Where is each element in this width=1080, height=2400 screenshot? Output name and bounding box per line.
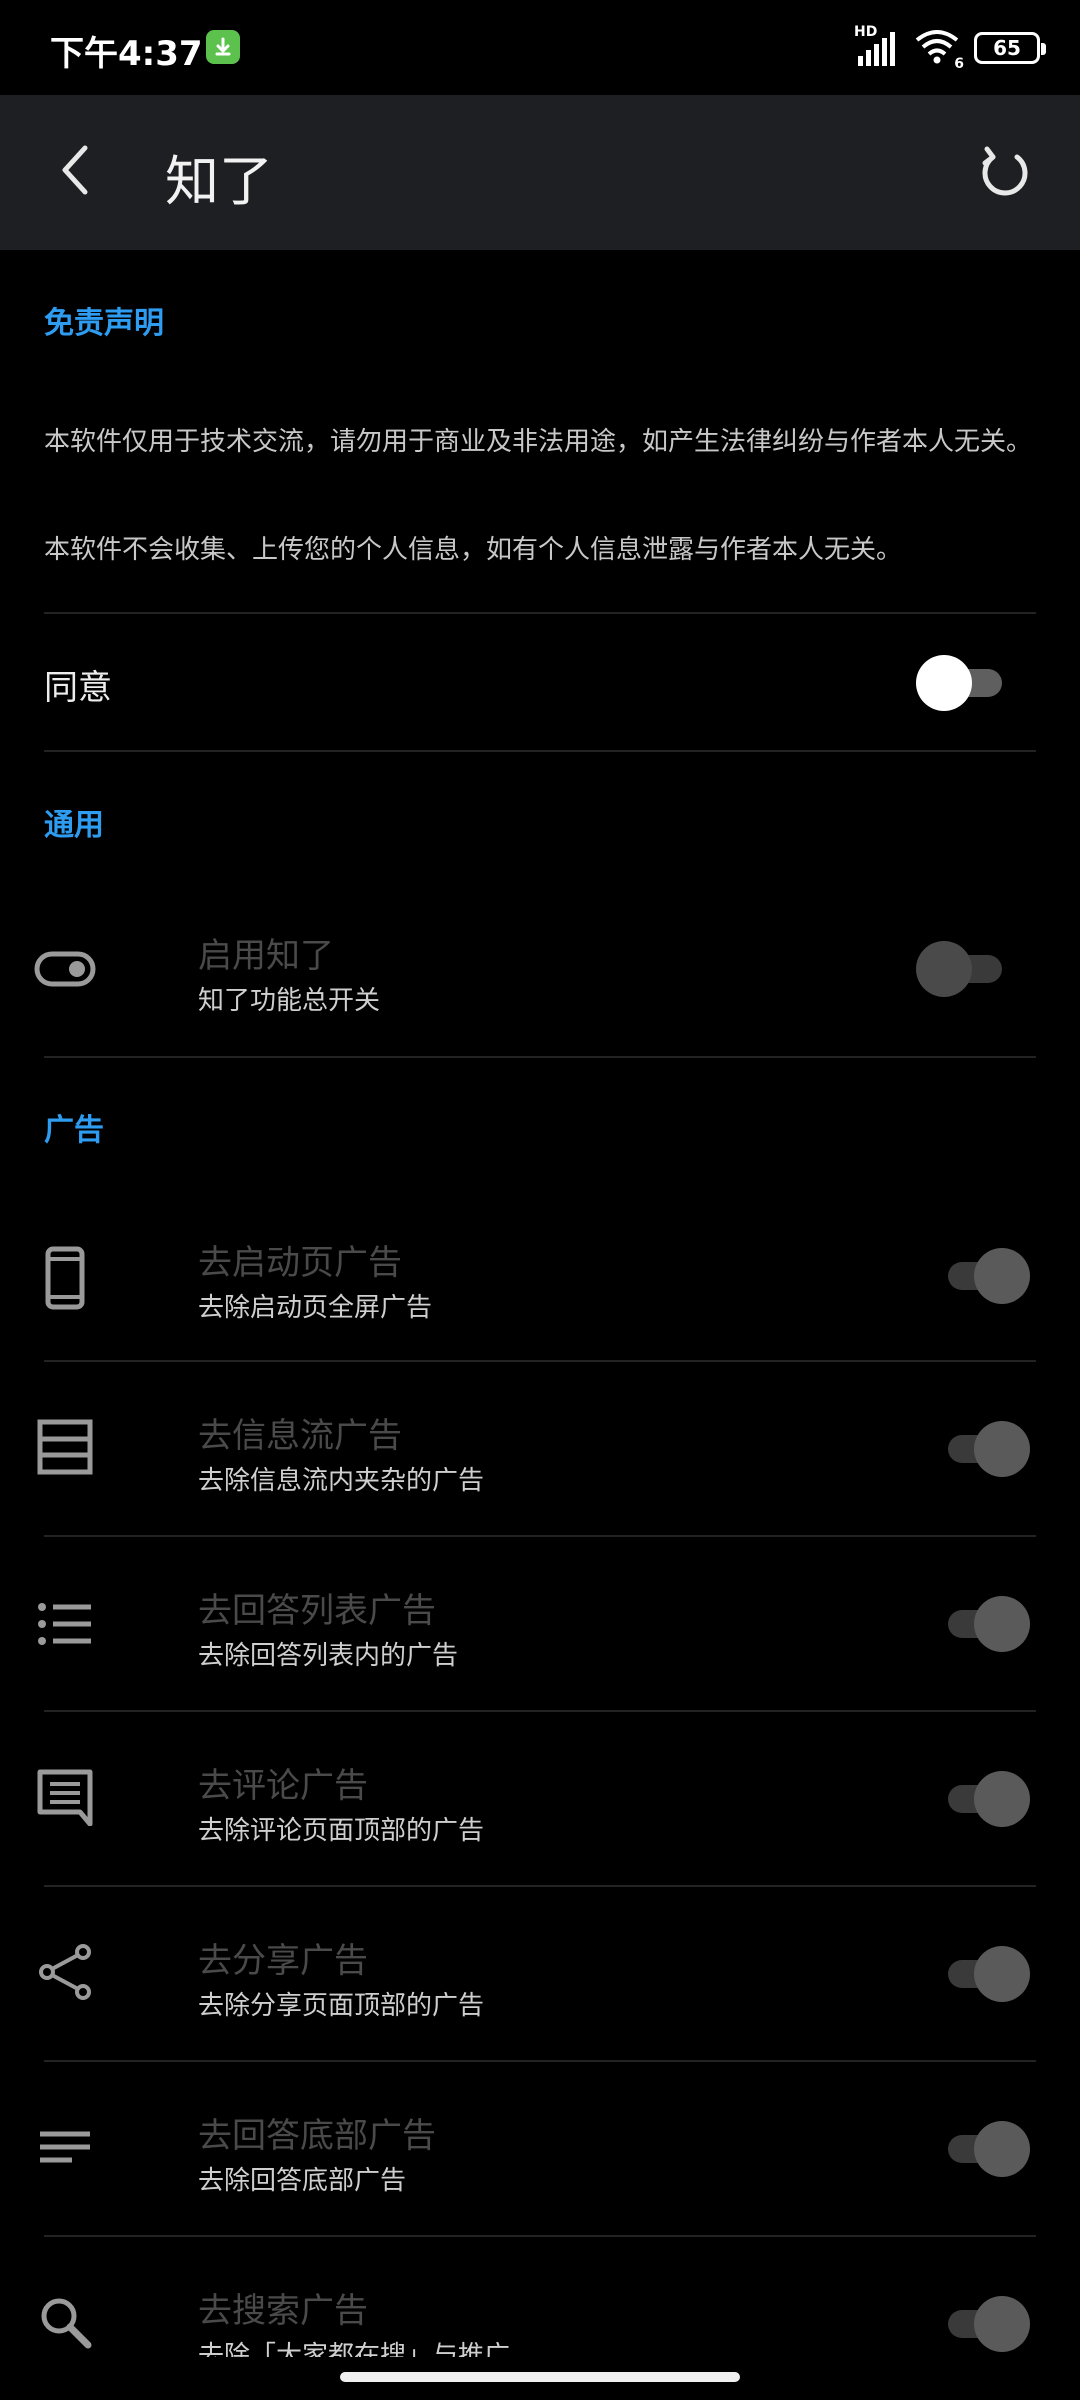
switch-thumb: [974, 2121, 1030, 2177]
page-title: 知了: [165, 150, 273, 213]
enable-zhiliao-row[interactable]: 启用知了 知了功能总开关: [0, 900, 1080, 1056]
signal-icon: HD: [854, 24, 900, 68]
status-time: 下午4:37: [50, 34, 203, 74]
item-title: 去搜索广告: [198, 2291, 368, 2331]
item-subtitle: 去除「大家都在搜」与推广: [198, 2341, 511, 2357]
ad-item-splash[interactable]: 去启动页广告 去除启动页全屏广告: [0, 1197, 1080, 1360]
item-title: 启用知了: [198, 936, 334, 976]
wifi-label: 6: [954, 56, 964, 72]
ad-item-search[interactable]: 去搜索广告 去除「大家都在搜」与推广: [0, 2237, 1080, 2357]
item-subtitle: 去除启动页全屏广告: [198, 1293, 433, 1323]
back-button[interactable]: [40, 135, 110, 205]
wifi-icon: 6: [914, 28, 964, 72]
section-header-disclaimer: 免责声明: [44, 306, 164, 341]
answer-bottom-ad-switch[interactable]: [938, 2118, 1030, 2178]
ad-item-answer-list[interactable]: 去回答列表广告 去除回答列表内的广告: [0, 1537, 1080, 1710]
item-subtitle: 去除回答底部广告: [198, 2166, 407, 2196]
status-bar: 下午4:37 HD 6 65: [0, 0, 1080, 95]
search-icon: [30, 2287, 100, 2357]
download-notification-icon: [206, 30, 240, 64]
agree-row[interactable]: 同意: [0, 614, 1080, 750]
item-title: 去信息流广告: [198, 1416, 402, 1456]
ad-item-answer-bottom[interactable]: 去回答底部广告 去除回答底部广告: [0, 2062, 1080, 2235]
switch-thumb: [974, 1248, 1030, 1304]
toggle-icon: [30, 934, 100, 1004]
item-subtitle: 去除评论页面顶部的广告: [198, 1816, 485, 1846]
search-ad-switch[interactable]: [938, 2293, 1030, 2353]
battery-level: 65: [993, 36, 1021, 60]
answer-list-ad-switch[interactable]: [938, 1593, 1030, 1653]
app-bar: 知了: [0, 95, 1080, 250]
item-subtitle: 去除信息流内夹杂的广告: [198, 1466, 485, 1496]
switch-thumb: [974, 1596, 1030, 1652]
splash-ad-switch[interactable]: [938, 1245, 1030, 1305]
switch-thumb: [974, 2296, 1030, 2352]
item-title: 去评论广告: [198, 1766, 368, 1806]
switch-thumb: [916, 941, 972, 997]
item-title: 去启动页广告: [198, 1243, 402, 1283]
item-title: 去回答列表广告: [198, 1591, 436, 1631]
ad-item-comment[interactable]: 去评论广告 去除评论页面顶部的广告: [0, 1712, 1080, 1885]
feed-icon: [30, 1412, 100, 1482]
status-indicators: HD 6 65: [854, 24, 1046, 72]
battery-icon: 65: [974, 32, 1046, 64]
divider: [44, 750, 1036, 752]
item-subtitle: 去除回答列表内的广告: [198, 1641, 459, 1671]
item-title: 去分享广告: [198, 1941, 368, 1981]
section-header-general: 通用: [44, 808, 104, 843]
switch-thumb: [974, 1421, 1030, 1477]
item-subtitle: 知了功能总开关: [198, 986, 381, 1016]
share-icon: [30, 1937, 100, 2007]
refresh-button[interactable]: [965, 133, 1045, 213]
home-indicator[interactable]: [340, 2372, 740, 2382]
back-arrow-icon: [62, 145, 88, 195]
agree-switch[interactable]: [916, 652, 1006, 712]
switch-thumb: [974, 1771, 1030, 1827]
switch-thumb: [974, 1946, 1030, 2002]
item-title: 去回答底部广告: [198, 2116, 436, 2156]
lines-icon: [30, 2114, 100, 2184]
enable-switch[interactable]: [916, 938, 1006, 998]
ad-item-share[interactable]: 去分享广告 去除分享页面顶部的广告: [0, 1887, 1080, 2060]
share-ad-switch[interactable]: [938, 1943, 1030, 2003]
refresh-icon: [982, 146, 1028, 196]
item-subtitle: 去除分享页面顶部的广告: [198, 1991, 485, 2021]
ad-item-feed[interactable]: 去信息流广告 去除信息流内夹杂的广告: [0, 1362, 1080, 1535]
phone-icon: [30, 1243, 100, 1313]
divider: [44, 1056, 1036, 1058]
screen: 下午4:37 HD 6 65 知了 免责声明 本软件仅用于技术交流，请勿用于商业…: [0, 0, 1080, 2400]
disclaimer-paragraph-1: 本软件仅用于技术交流，请勿用于商业及非法用途，如产生法律纠纷与作者本人无关。: [44, 427, 1033, 457]
comment-ad-switch[interactable]: [938, 1768, 1030, 1828]
section-header-ads: 广告: [44, 1113, 104, 1148]
agree-label: 同意: [44, 668, 112, 708]
switch-thumb: [916, 655, 972, 711]
feed-ad-switch[interactable]: [938, 1418, 1030, 1478]
disclaimer-paragraph-2: 本软件不会收集、上传您的个人信息，如有个人信息泄露与作者本人无关。: [44, 535, 903, 565]
comment-icon: [30, 1762, 100, 1832]
list-icon: [30, 1589, 100, 1659]
